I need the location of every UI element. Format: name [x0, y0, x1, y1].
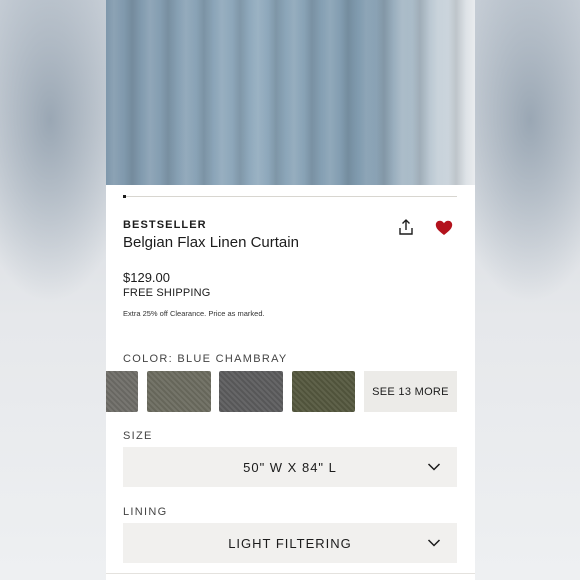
product-image[interactable] — [106, 0, 475, 185]
shipping-label: FREE SHIPPING — [123, 287, 211, 299]
color-swatch-3[interactable] — [219, 371, 283, 412]
color-swatch-2[interactable] — [147, 371, 211, 412]
gallery-progress-fill — [123, 195, 127, 198]
heart-icon — [435, 220, 453, 235]
product-panel: BESTSELLER Belgian Flax Linen Curtain $1… — [106, 0, 475, 580]
product-price: $129.00 — [123, 270, 170, 285]
lining-label: LINING — [123, 506, 168, 518]
divider — [106, 573, 475, 574]
chevron-down-icon — [427, 539, 441, 547]
size-select[interactable]: 50" W X 84" L — [123, 447, 457, 487]
size-select-value: 50" W X 84" L — [243, 459, 337, 475]
color-label: COLOR: BLUE CHAMBRAY — [123, 353, 288, 365]
color-swatch-1[interactable] — [106, 371, 138, 412]
color-swatch-4[interactable] — [292, 371, 355, 412]
chevron-down-icon — [427, 463, 441, 471]
gallery-progress — [123, 195, 457, 198]
favorite-button[interactable] — [434, 218, 454, 238]
see-more-colors-button[interactable]: SEE 13 MORE — [364, 371, 457, 412]
size-label: SIZE — [123, 430, 153, 442]
share-icon — [399, 219, 413, 235]
lining-select-value: LIGHT FILTERING — [228, 535, 352, 551]
share-button[interactable] — [396, 217, 416, 237]
bestseller-badge: BESTSELLER — [123, 219, 207, 231]
product-title: Belgian Flax Linen Curtain — [123, 234, 299, 251]
promo-text: Extra 25% off Clearance. Price as marked… — [123, 309, 265, 318]
lining-select[interactable]: LIGHT FILTERING — [123, 523, 457, 563]
